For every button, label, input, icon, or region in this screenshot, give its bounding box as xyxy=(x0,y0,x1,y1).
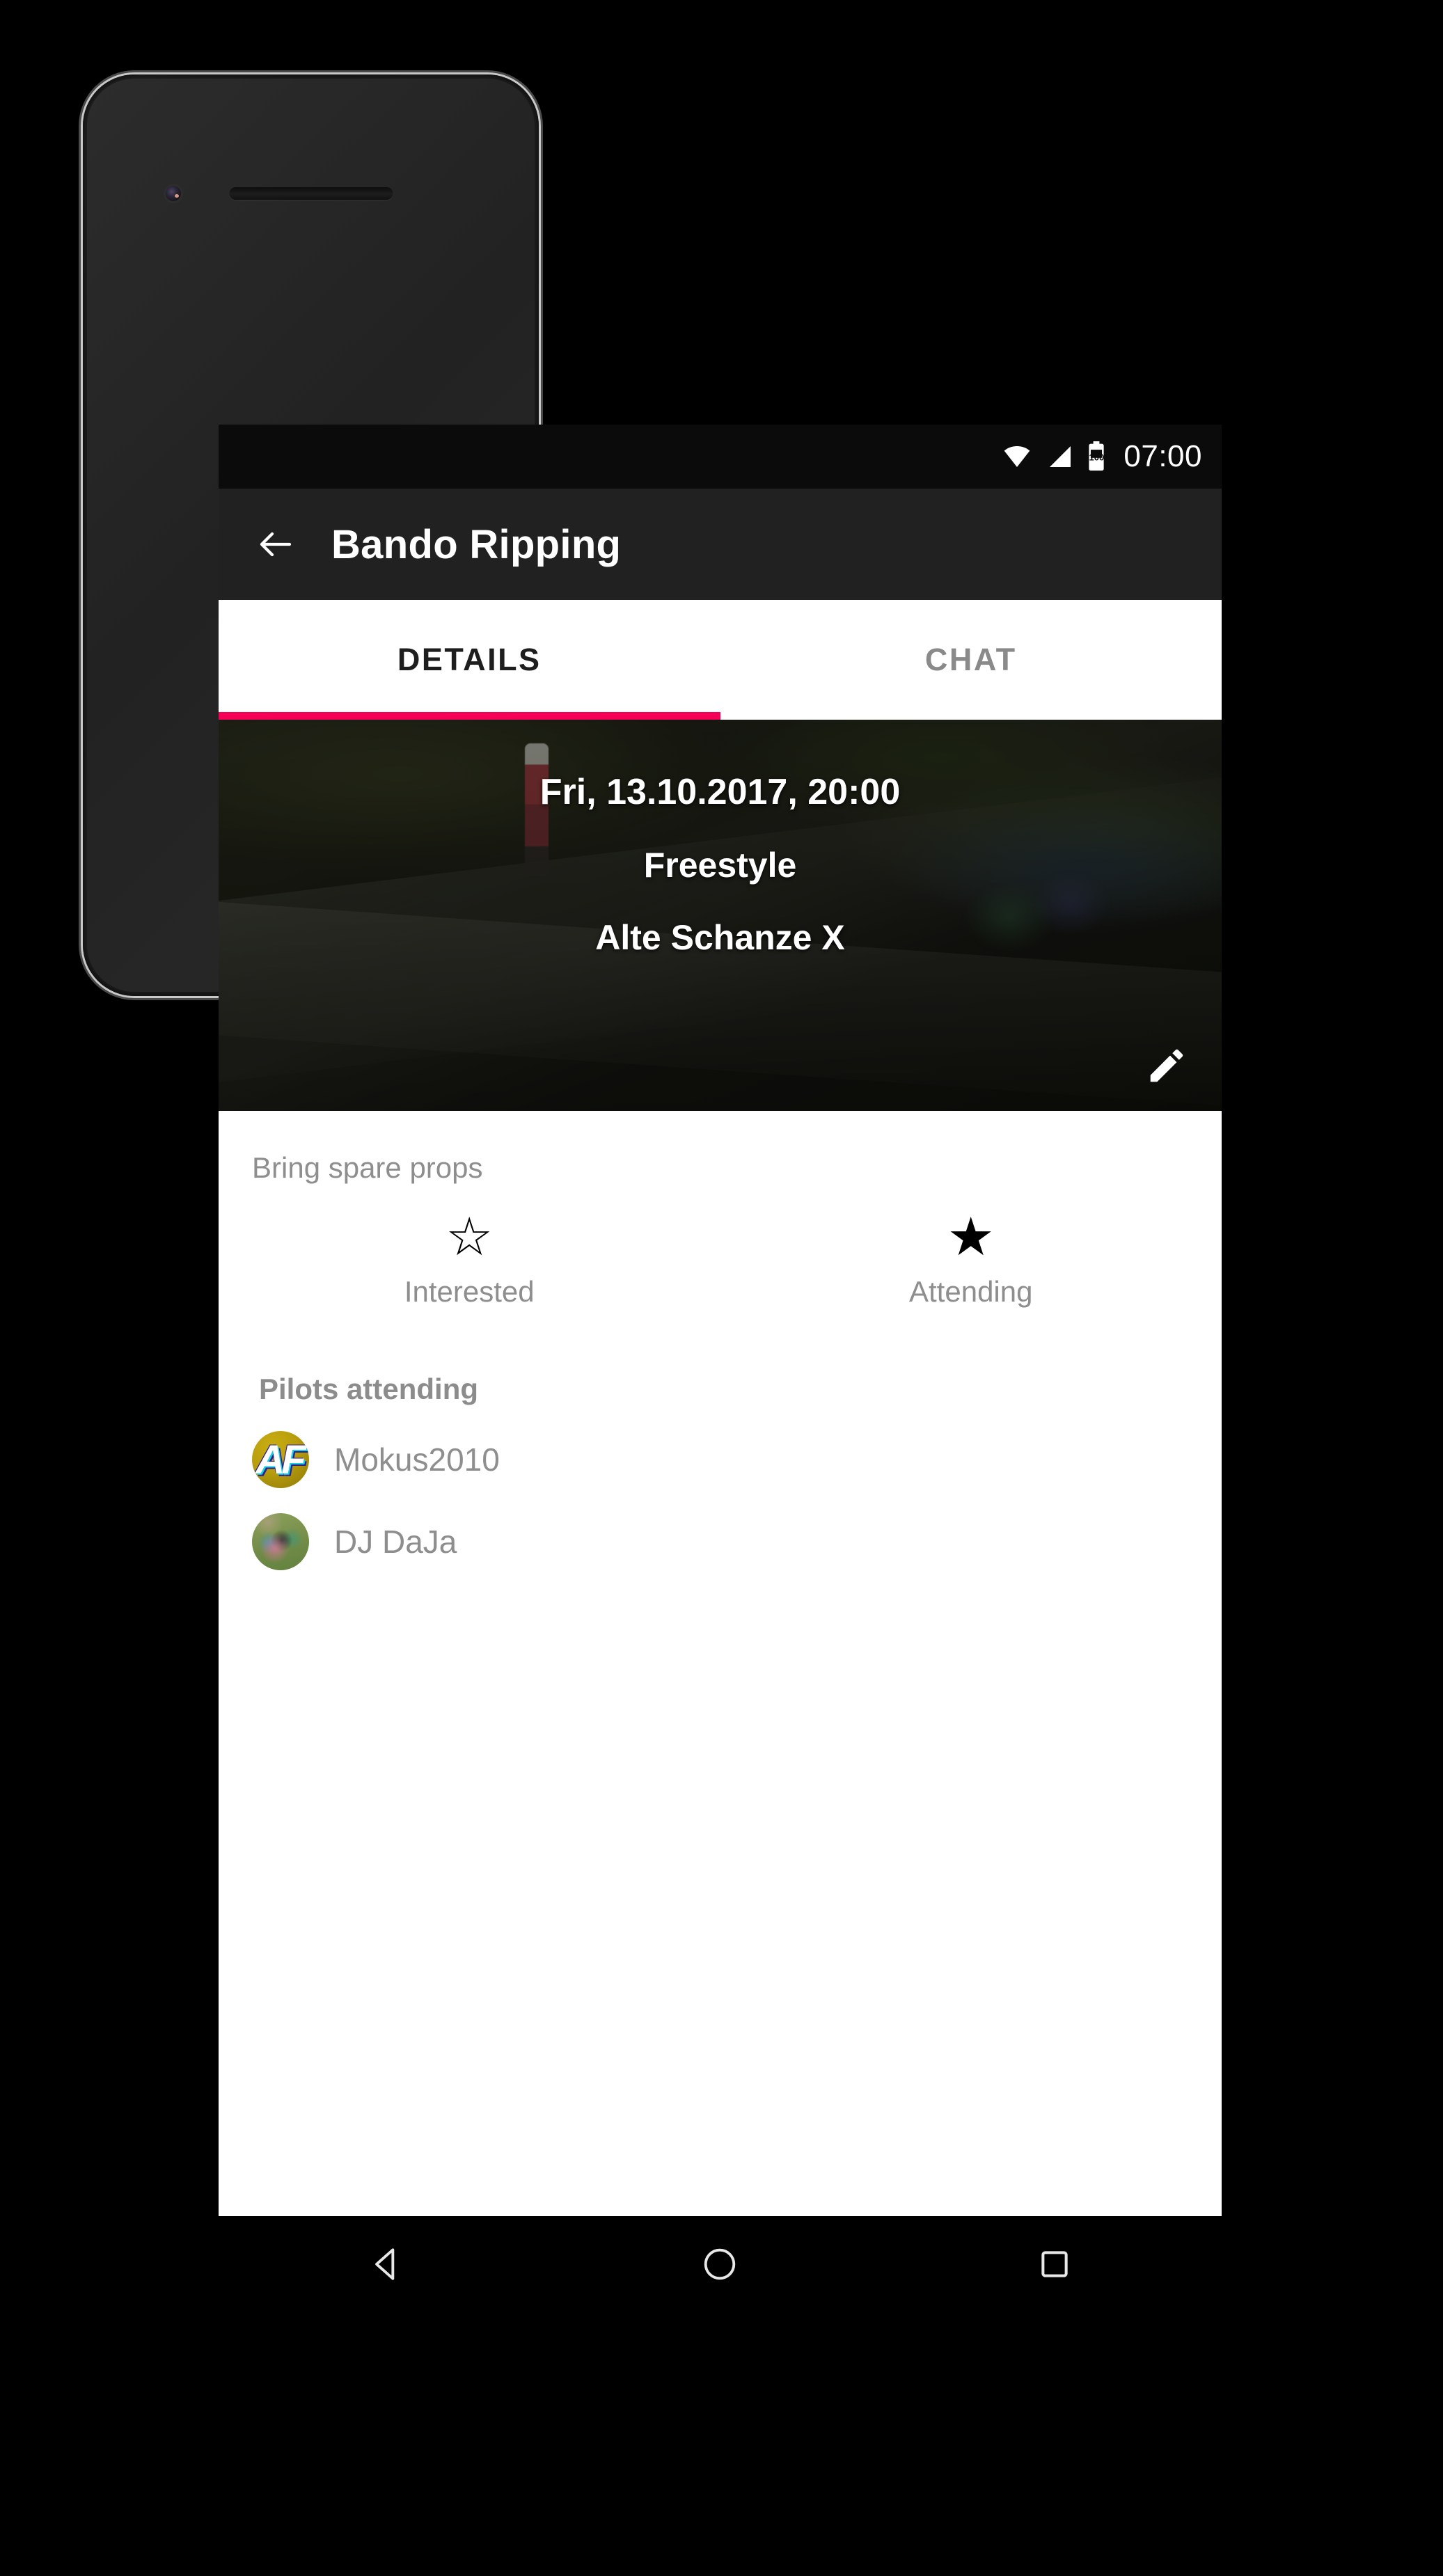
avatar xyxy=(252,1513,309,1571)
avatar: AF xyxy=(252,1431,309,1489)
status-bar-clock: 07:00 xyxy=(1123,439,1202,473)
pilots-attending-heading: Pilots attending xyxy=(259,1373,478,1406)
phone-screen: 100 07:00 Bando Ripping DETAILS CHAT Fri… xyxy=(219,425,1222,2312)
star-outline-icon: ☆ xyxy=(445,1208,494,1267)
avatar-monogram: AF xyxy=(255,1437,306,1483)
earpiece-speaker xyxy=(229,187,393,200)
event-location: Alte Schanze X xyxy=(595,918,845,957)
nav-home-circle-icon[interactable] xyxy=(675,2226,765,2302)
pilot-name: Mokus2010 xyxy=(334,1441,500,1478)
event-description: Bring spare props xyxy=(252,1151,483,1184)
rsvp-interested-button[interactable]: ☆ Interested xyxy=(219,1208,720,1309)
list-item[interactable]: DJ DaJa xyxy=(219,1488,1222,1571)
cellular-signal-icon xyxy=(1046,443,1075,471)
back-arrow-icon[interactable] xyxy=(253,522,298,567)
rsvp-interested-label: Interested xyxy=(404,1275,535,1309)
event-details-body: Bring spare props ☆ Interested ★ Attendi… xyxy=(219,1111,1222,1578)
rsvp-attending-button[interactable]: ★ Attending xyxy=(720,1208,1222,1309)
front-camera xyxy=(166,186,181,201)
wifi-icon xyxy=(1001,443,1033,471)
tab-chat[interactable]: CHAT xyxy=(720,600,1222,720)
nav-back-triangle-icon[interactable] xyxy=(340,2226,431,2302)
android-navigation-bar xyxy=(219,2216,1222,2312)
event-category: Freestyle xyxy=(643,846,797,885)
status-bar: 100 07:00 xyxy=(219,425,1222,489)
event-datetime: Fri, 13.10.2017, 20:00 xyxy=(539,772,901,812)
pencil-edit-icon[interactable] xyxy=(1142,1041,1191,1090)
battery-level-text: 100 xyxy=(1089,452,1105,463)
star-filled-icon: ★ xyxy=(947,1208,995,1267)
pilot-name: DJ DaJa xyxy=(334,1524,457,1560)
tab-bar: DETAILS CHAT xyxy=(219,600,1222,720)
list-item[interactable]: AF Mokus2010 xyxy=(219,1406,1222,1489)
event-hero-banner: Fri, 13.10.2017, 20:00 Freestyle Alte Sc… xyxy=(219,720,1222,1111)
tab-details[interactable]: DETAILS xyxy=(219,600,720,720)
tab-active-indicator xyxy=(219,712,720,720)
event-summary: Fri, 13.10.2017, 20:00 Freestyle Alte Sc… xyxy=(219,720,1222,1111)
battery-icon: 100 xyxy=(1087,441,1105,472)
app-toolbar: Bando Ripping xyxy=(219,489,1222,600)
page-title: Bando Ripping xyxy=(331,521,622,567)
rsvp-attending-label: Attending xyxy=(909,1275,1033,1309)
rsvp-row: ☆ Interested ★ Attending xyxy=(219,1208,1222,1309)
nav-recents-square-icon[interactable] xyxy=(1009,2226,1100,2302)
